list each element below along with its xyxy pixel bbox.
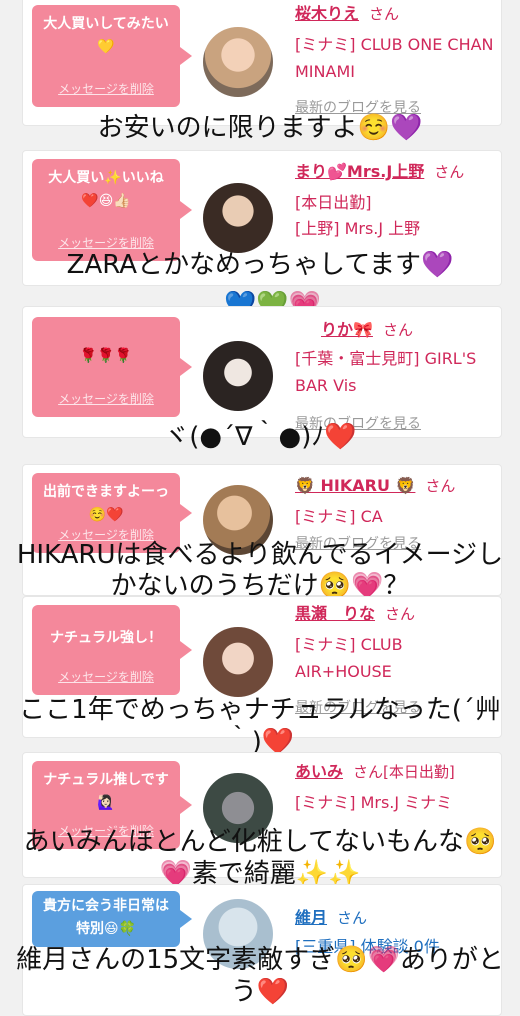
message-text: 大人買い✨いいね❤️😆👍🏻 bbox=[48, 170, 164, 209]
message-text: 出前できますよーっ☺️❤️ bbox=[43, 484, 169, 523]
shop-name: [ミナミ] CA bbox=[295, 507, 383, 526]
name-row: 桜木りえ さん bbox=[295, 3, 399, 25]
name-row: あいみ さん[本日出勤] bbox=[295, 761, 455, 783]
avatar[interactable] bbox=[203, 27, 273, 97]
honorific: さん bbox=[382, 321, 413, 339]
honorific: さん bbox=[353, 763, 384, 781]
honorific: さん bbox=[369, 5, 400, 23]
name-row: 黒瀬 りな さん bbox=[295, 603, 415, 625]
message-bubble: 大人買い✨いいね❤️😆👍🏻 メッセージを削除 bbox=[32, 159, 192, 261]
honorific: さん bbox=[337, 909, 368, 927]
delete-message-link[interactable]: メッセージを削除 bbox=[32, 80, 180, 97]
message-card: 🌹🌹🌹 メッセージを削除 りか🎀 さん [千葉・富士見町] GIRL'S BAR … bbox=[22, 306, 502, 438]
message-text: ナチュラル強し！ bbox=[50, 630, 162, 646]
cast-name-link[interactable]: 維月 bbox=[295, 908, 327, 927]
caption-text: あいみんほとんど化粧してないもんな🥺💗素で綺麗✨✨ bbox=[23, 827, 497, 889]
cast-name-link[interactable]: まり💕Mrs.J上野 bbox=[295, 162, 424, 181]
work-status: [本日出勤] bbox=[383, 763, 455, 781]
cast-name-link[interactable]: りか🎀 bbox=[321, 320, 373, 339]
message-bubble: ナチュラル強し！ メッセージを削除 bbox=[32, 605, 192, 695]
work-status: [本日出勤] bbox=[295, 193, 372, 212]
delete-message-link[interactable]: メッセージを削除 bbox=[32, 668, 180, 685]
caption-text: ここ1年でめっちゃナチュラルなった(´艸｀)❤️ bbox=[19, 695, 501, 757]
shop-name: [ミナミ] Mrs.J ミナミ bbox=[295, 793, 453, 812]
avatar[interactable] bbox=[203, 341, 273, 411]
message-bubble: 🌹🌹🌹 メッセージを削除 bbox=[32, 317, 192, 417]
avatar[interactable] bbox=[203, 183, 273, 253]
shop-name: [千葉・富士見町] GIRL'S BAR Vis bbox=[295, 349, 477, 395]
cast-name-link[interactable]: あいみ bbox=[295, 762, 343, 781]
shop-name: [ミナミ] CLUB ONE CHAN MINAMI bbox=[295, 35, 494, 81]
name-row: まり💕Mrs.J上野 さん bbox=[295, 161, 464, 183]
message-bubble: 貴方に会う非日常は特別😆🍀 bbox=[32, 891, 192, 947]
caption-text: ZARAとかなめっちゃしてます💜 bbox=[66, 250, 454, 280]
honorific: さん bbox=[434, 163, 465, 181]
message-text: ナチュラル推しです🙋🏻‍♀️ bbox=[43, 772, 169, 811]
message-text: 大人買いしてみたい💛 bbox=[43, 16, 169, 55]
caption-text: お安いのに限りますよ☺️💜 bbox=[97, 113, 423, 143]
message-card: 大人買いしてみたい💛 メッセージを削除 桜木りえ さん [ミナミ] CLUB ON… bbox=[22, 0, 502, 126]
shop-name: [ミナミ] CLUB AIR+HOUSE bbox=[295, 635, 403, 681]
name-row: 維月 さん bbox=[295, 907, 367, 929]
caption-text: 維月さんの15文字素敵すぎ🥺💗ありがとう❤️ bbox=[16, 945, 504, 1007]
cast-name-link[interactable]: 黒瀬 りな bbox=[295, 604, 375, 623]
delete-message-link[interactable]: メッセージを削除 bbox=[32, 390, 180, 407]
avatar[interactable] bbox=[203, 627, 273, 697]
honorific: さん bbox=[425, 477, 456, 495]
caption-text: HIKARUは食べるより飲んでるイメージしかないのうちだけ🥺💗？ bbox=[16, 540, 504, 601]
caption-text: ヾ(●´∇｀●)ﾉ❤️ bbox=[163, 422, 357, 452]
cast-name-link[interactable]: 桜木りえ bbox=[295, 4, 359, 23]
honorific: さん bbox=[385, 605, 416, 623]
message-text: 🌹🌹🌹 bbox=[79, 348, 133, 364]
shop-name: [上野] Mrs.J 上野 bbox=[295, 219, 421, 238]
cast-name-link[interactable]: 🦁 HIKARU 🦁 bbox=[295, 476, 415, 495]
message-text: 貴方に会う非日常は特別😆🍀 bbox=[43, 898, 169, 937]
message-bubble: 大人買いしてみたい💛 メッセージを削除 bbox=[32, 5, 192, 107]
name-row: りか🎀 さん bbox=[321, 319, 413, 341]
name-row: 🦁 HIKARU 🦁 さん bbox=[295, 475, 455, 497]
